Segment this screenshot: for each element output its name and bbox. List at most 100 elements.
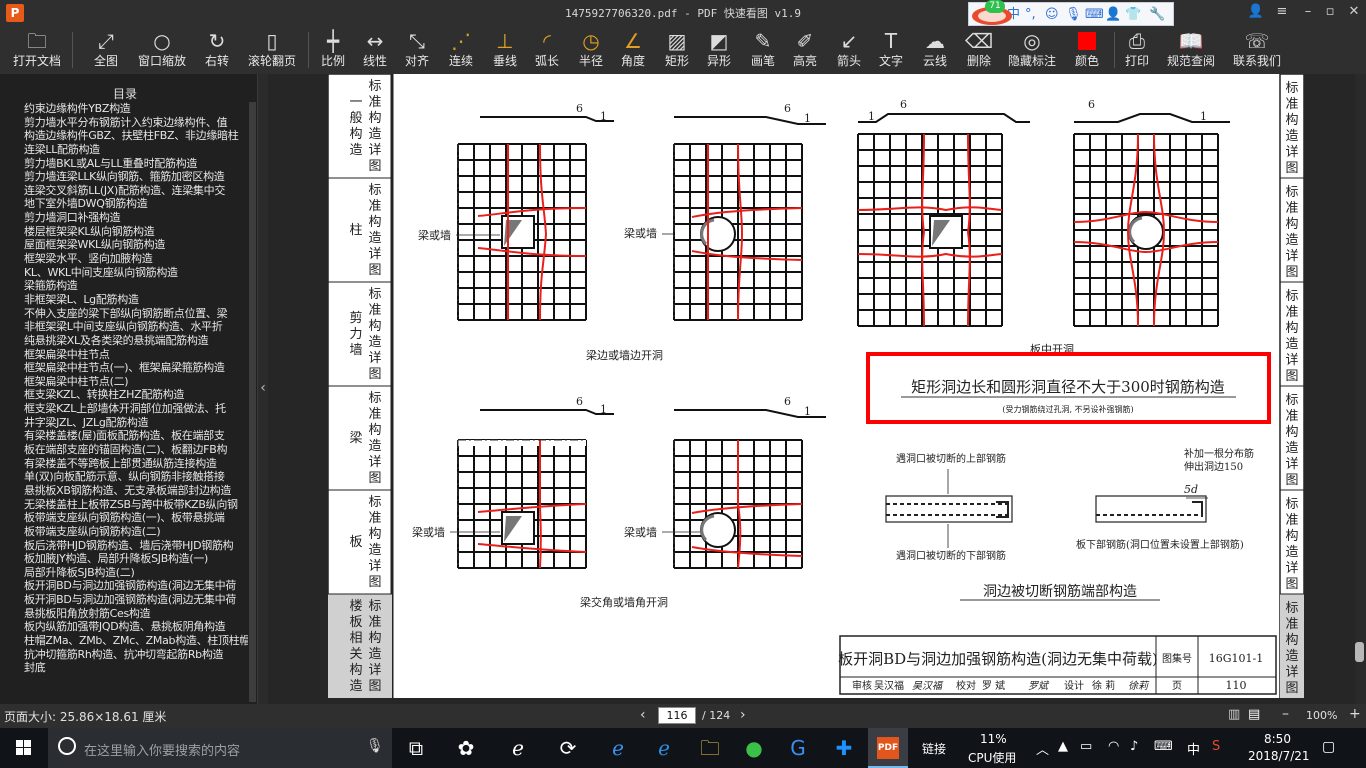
toc-item[interactable]: 连梁交叉斜筋LL(JX)配筋构造、连梁集中交 [24,184,248,198]
app-pinwheel-icon[interactable]: ✿ [450,732,482,764]
toc-item[interactable]: 梁箍筋构造 [24,279,248,293]
toc-item[interactable]: 框架扁梁中柱节点 [24,348,248,362]
toc-item[interactable]: 连梁LL配筋构造 [24,143,248,157]
toolbar-button-arrow[interactable]: ↙ 箭头 [832,26,866,74]
toc-item[interactable]: 构造边缘构件GBZ、扶壁柱FBZ、非边缘暗柱 [24,129,248,143]
toc-item[interactable]: 地下室外墙DWQ钢筋构造 [24,197,248,211]
zoom-in-button[interactable]: + [1349,706,1361,722]
clock-time[interactable]: 8:50 [1264,732,1291,746]
toolbar-button-align[interactable]: ⤡ 对齐 [400,26,434,74]
minimize-icon[interactable]: – [1298,4,1318,19]
edge-icon[interactable]: ℯ [602,732,634,764]
toolbar-button-print[interactable]: ⎙ 打印 [1120,26,1154,74]
toolbar-button-fit[interactable]: ⤢ 全图 [86,26,126,74]
toolbar-button-highlight[interactable]: ✐ 高亮 [788,26,822,74]
taskbar-search[interactable]: 在这里输入你要搜索的内容 🎙 [48,728,392,768]
toc-item[interactable]: 无梁楼盖柱上板带ZSB与跨中板带KZB纵向钢 [24,498,248,512]
toc-item[interactable]: 板带端支座纵向钢筋构造(二) [24,525,248,539]
toolbar-button-rect[interactable]: ▨ 矩形 [660,26,694,74]
task-view-icon[interactable]: ⧉ [400,732,432,764]
toc-item[interactable]: 板后浇带HJD钢筋构造、墙后浇带HJD钢筋构 [24,539,248,553]
maximize-icon[interactable]: ▫ [1320,4,1340,19]
clock-date[interactable]: 2018/7/21 [1248,749,1310,763]
toc-item[interactable]: 纯悬挑梁XL及各类梁的悬挑端配筋构造 [24,334,248,348]
toolbar-button-perpendicular[interactable]: ⊥ 垂线 [488,26,522,74]
tray-sogou-icon[interactable]: S [1212,739,1220,754]
toc-item[interactable]: 屋面框架梁WKL纵向钢筋构造 [24,238,248,252]
toc-item[interactable]: 框架梁水平、竖向加腋构造 [24,252,248,266]
tray-volume-icon[interactable]: ♪ [1130,739,1138,754]
app-green-icon[interactable]: ● [738,732,770,764]
ime-punct-icon[interactable]: °, [1025,7,1036,23]
toc-item[interactable]: 有梁楼盖楼(屋)面板配筋构造、板在端部支 [24,429,248,443]
viewer-scroll-thumb[interactable] [1355,642,1364,662]
toolbar-button-contact[interactable]: ☏ 联系我们 [1230,26,1284,74]
toc-item[interactable]: 板加腋JY构造、局部升降板SJB构造(一) [24,552,248,566]
app-plus-icon[interactable]: ✚ [828,732,860,764]
ime-emoji-icon[interactable]: ☺ [1045,7,1059,23]
toolbar-button-polygon[interactable]: ◩ 异形 [702,26,736,74]
edge-legacy-icon[interactable]: ℯ [502,732,534,764]
toolbar-button-continuous[interactable]: ⋰ 连续 [444,26,478,74]
app-g-icon[interactable]: G [782,732,814,764]
toolbar-button-hide-marks[interactable]: ◎ 隐藏标注 [1006,26,1058,74]
tray-chevron-icon[interactable]: ︿ [1036,739,1049,758]
toc-item[interactable]: 悬挑板阳角放射筋Ces构造 [24,607,248,621]
close-icon[interactable]: ✕ [1344,4,1364,19]
toolbar-button-scale[interactable]: ┿ 比例 [316,26,350,74]
single-page-icon[interactable]: ▥ [1228,707,1240,722]
ie-icon[interactable]: ℯ [648,732,680,764]
toc-item[interactable]: 剪力墙连梁LLK纵向钢筋、箍筋加密区构造 [24,170,248,184]
toolbar-button-open[interactable]: 🗀 打开文档 [10,26,64,74]
viewer-scrollbar[interactable] [1355,74,1366,704]
toolbar-button-rotate[interactable]: ↻ 右转 [198,26,236,74]
toolbar-button-cloud[interactable]: ☁ 云线 [918,26,952,74]
ime-tools-icon[interactable]: 🔧 [1149,7,1165,23]
toolbar-button-color[interactable]: 颜色 [1070,26,1104,74]
tray-wifi-icon[interactable]: ◠ [1108,739,1119,754]
ime-person-icon[interactable]: 👤 [1105,7,1121,23]
toc-item[interactable]: 板内纵筋加强带JQD构造、悬挑板阴角构造 [24,620,248,634]
file-explorer-icon[interactable]: 🗀 [694,732,726,764]
toc-scrollbar[interactable] [249,102,256,702]
tray-network-icon[interactable]: ▲ [1058,739,1068,754]
page-number-input[interactable]: 116 [658,707,696,724]
toc-item[interactable]: 约束边缘构件YBZ构造 [24,102,248,116]
toolbar-button-arc[interactable]: ◜ 弧长 [530,26,564,74]
toc-item[interactable]: 柱帽ZMa、ZMb、ZMc、ZMab构造、柱顶柱帽 [24,634,248,648]
toc-item[interactable]: KL、WKL中间支座纵向钢筋构造 [24,266,248,280]
toc-item[interactable]: 悬挑板XB钢筋构造、无支承板端部封边构造 [24,484,248,498]
toolbar-button-angle[interactable]: ∠ 角度 [616,26,650,74]
toc-item[interactable]: 楼层框架梁KL纵向钢筋构造 [24,225,248,239]
ime-mic-icon[interactable]: 🎙 [1065,7,1082,23]
toc-item[interactable]: 井字梁JZL、JZLg配筋构造 [24,416,248,430]
toc-item[interactable]: 封底 [24,661,248,675]
toc-item[interactable]: 单(双)向板配筋示意、纵向钢筋非接触搭接 [24,470,248,484]
zoom-out-button[interactable]: – [1282,706,1289,722]
user-icon[interactable]: 👤 [1246,4,1266,19]
continuous-page-icon[interactable]: ▤ [1248,707,1260,722]
toc-item[interactable]: 非框架梁L、Lg配筋构造 [24,293,248,307]
toc-scroll-thumb[interactable] [249,102,256,702]
app-swirl-icon[interactable]: ⟳ [552,732,584,764]
toolbar-button-pen[interactable]: ✎ 画笔 [746,26,780,74]
tray-ime-mode[interactable]: 中 [1187,739,1200,758]
ime-skin-icon[interactable]: 👕 [1125,7,1141,23]
toolbar-button-text[interactable]: T 文字 [874,26,908,74]
toc-item[interactable]: 剪力墙洞口补强构造 [24,211,248,225]
toolbar-button-radius[interactable]: ◷ 半径 [574,26,608,74]
toc-item[interactable]: 抗冲切箍筋Rh构造、抗冲切弯起筋Rb构造 [24,648,248,662]
tray-battery-icon[interactable]: ▭ [1080,739,1092,754]
toc-item[interactable]: 剪力墙BKL或AL与LL重叠时配筋构造 [24,157,248,171]
prev-page-button[interactable]: ‹ [640,707,654,723]
toolbar-button-scroll[interactable]: ▯ 滚轮翻页 [244,26,300,74]
toc-item[interactable]: 板开洞BD与洞边加强钢筋构造(洞边无集中荷 [24,579,248,593]
toc-item[interactable]: 框架扁梁中柱节点(一)、框架扁梁箍筋构造 [24,361,248,375]
start-button[interactable] [0,728,48,768]
toc-item[interactable]: 板在端部支座的锚固构造(二)、板翻边FB构 [24,443,248,457]
toc-item[interactable]: 框架扁梁中柱节点(二) [24,375,248,389]
toolbar-button-linear[interactable]: ↔ 线性 [358,26,392,74]
tray-keyboard-icon[interactable]: ⌨ [1154,739,1173,754]
tray-link[interactable]: 链接 [922,740,946,757]
notification-icon[interactable]: ▢ [1322,739,1335,755]
